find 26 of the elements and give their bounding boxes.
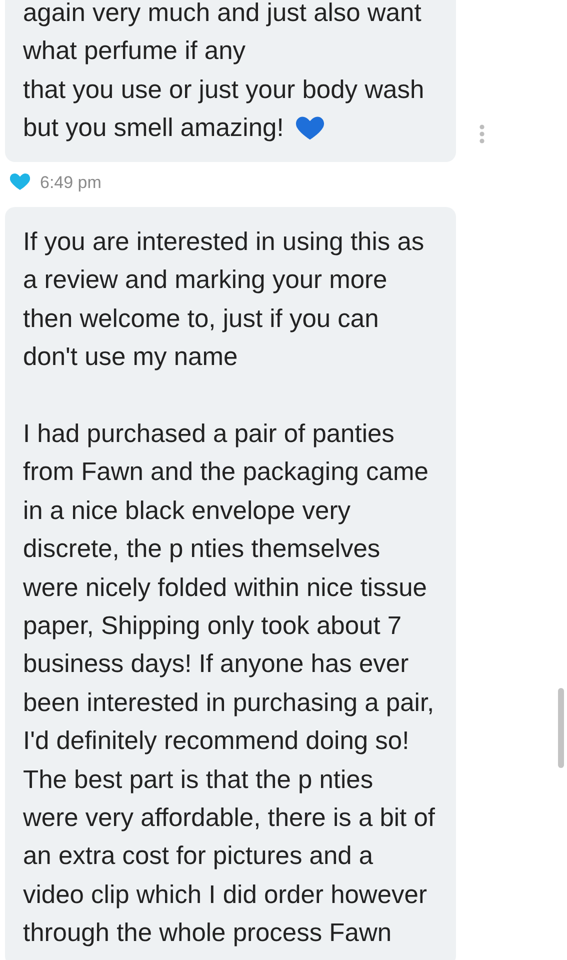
message-text: discrete, the p nties themselves [23,534,380,566]
message-text: an extra cost for pictures and a [23,841,374,872]
message-text: I had purchased a pair of panties [23,419,394,450]
message-text: were very affordable, there is a bit of [23,802,435,834]
message-text: The best part is that the p nties [23,764,374,796]
message-text: been interested in purchasing a pair, [23,688,434,719]
message-time: 6:49 pm [40,172,102,194]
message-text: but you smell amazing! [23,113,284,144]
message-text: again very much and just also want [23,0,422,29]
message-text: in a nice black envelope very [23,496,350,527]
message-text: business days! If anyone has ever [23,649,409,680]
more-options-icon[interactable] [479,124,485,144]
message-text: what perfume if any [23,36,246,68]
message-text: that you use or just your body wash [23,74,424,106]
message-text: through the whole process Fawn [23,918,392,950]
message-text: then welcome to, just if you can [23,304,379,335]
like-heart-icon[interactable] [10,173,30,192]
message-text: I'd definitely recommend doing so! [23,726,410,758]
message-text: If you are interested in using this as [23,227,424,258]
message-text: don't use my name [23,342,238,374]
message-text: a review and marking your more [23,265,388,296]
message-text: were nicely folded within nice tissue [23,572,427,604]
scrollbar[interactable] [558,688,564,768]
message-text: paper, Shipping only took about 7 [23,610,402,642]
message-text: video clip which I did order however [23,880,427,911]
message-text: from Fawn and the packaging came [23,457,428,488]
